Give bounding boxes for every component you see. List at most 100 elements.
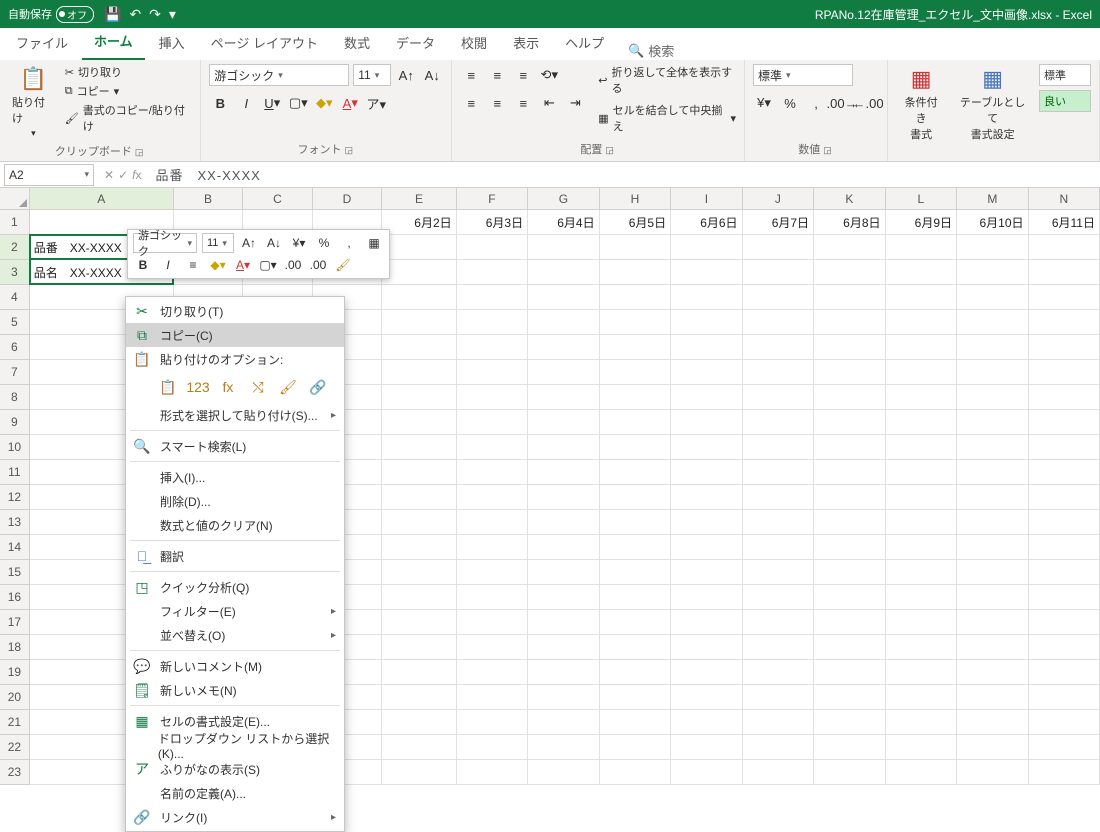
menu-new-comment[interactable]: 💬新しいコメント(M) [126,654,344,678]
fill-color-button[interactable]: ◆▾ [313,92,335,114]
dialog-launcher-icon[interactable]: ◲ [345,145,356,155]
cell[interactable] [671,710,742,735]
cell[interactable] [886,660,957,685]
paste-option-format[interactable]: 🖌 [276,375,300,399]
tab-file[interactable]: ファイル [4,27,80,60]
dialog-launcher-icon[interactable]: ◲ [823,145,834,155]
cell[interactable] [528,585,599,610]
cell[interactable] [886,260,957,285]
row-header[interactable]: 21 [0,710,30,735]
cell[interactable] [457,385,528,410]
merge-icon[interactable]: ▦ [364,233,384,253]
cell[interactable] [1029,510,1100,535]
row-header[interactable]: 4 [0,285,30,310]
cell[interactable] [743,610,814,635]
cell[interactable] [382,660,456,685]
menu-new-memo[interactable]: 🗒新しいメモ(N) [126,678,344,702]
cell[interactable] [886,310,957,335]
cell[interactable] [671,610,742,635]
cell[interactable] [1029,460,1100,485]
cell[interactable] [1029,310,1100,335]
font-color-button[interactable]: A▾ [233,255,253,275]
cell[interactable] [600,710,671,735]
align-center-icon[interactable]: ≡ [183,255,203,275]
fx-icon[interactable]: fx [132,168,141,182]
cell[interactable] [671,660,742,685]
cell[interactable] [671,535,742,560]
paste-option-formula[interactable]: fx [216,375,240,399]
menu-furigana[interactable]: アふりがなの表示(S) [126,757,344,781]
cell[interactable] [600,235,671,260]
menu-filter[interactable]: フィルター(E) [126,599,344,623]
col-header[interactable]: N [1029,188,1100,210]
cell[interactable] [382,385,456,410]
style-normal[interactable]: 標準 [1039,64,1091,86]
align-bottom-icon[interactable]: ≡ [512,64,534,86]
cell[interactable] [600,535,671,560]
cell[interactable]: 6月9日 [886,210,957,235]
cell[interactable] [1029,360,1100,385]
cell[interactable] [1029,535,1100,560]
paste-option-transpose[interactable]: ⤭ [246,375,270,399]
cell[interactable] [743,735,814,760]
cell[interactable] [528,560,599,585]
cell[interactable] [600,410,671,435]
cell[interactable] [886,235,957,260]
cell[interactable] [886,585,957,610]
cell[interactable] [671,410,742,435]
cell[interactable] [814,235,885,260]
cell[interactable] [814,585,885,610]
cell[interactable] [814,435,885,460]
cell[interactable] [886,635,957,660]
cell[interactable] [1029,610,1100,635]
cell[interactable] [957,435,1028,460]
col-header[interactable]: E [382,188,456,210]
row-header[interactable]: 22 [0,735,30,760]
paste-option-link[interactable]: 🔗 [306,375,330,399]
cell[interactable] [814,310,885,335]
cell[interactable] [743,660,814,685]
cell[interactable] [814,635,885,660]
cell[interactable] [743,360,814,385]
cell[interactable] [528,385,599,410]
menu-paste-special[interactable]: 形式を選択して貼り付け(S)... [126,403,344,427]
cell[interactable] [457,685,528,710]
col-header[interactable]: G [528,188,599,210]
cell[interactable] [600,735,671,760]
align-middle-icon[interactable]: ≡ [486,64,508,86]
cell[interactable] [957,510,1028,535]
menu-cut[interactable]: ✂切り取り(T) [126,299,344,323]
undo-icon[interactable]: ↶ [129,6,141,23]
cell[interactable] [457,260,528,285]
cell[interactable] [457,235,528,260]
cell[interactable] [743,285,814,310]
cell[interactable] [886,360,957,385]
cell[interactable] [957,585,1028,610]
cell[interactable] [457,560,528,585]
increase-decimal-icon[interactable]: .00→ [831,92,853,114]
cell[interactable] [814,260,885,285]
cell[interactable] [528,285,599,310]
menu-insert[interactable]: 挿入(I)... [126,465,344,489]
cell[interactable] [1029,485,1100,510]
row-header[interactable]: 5 [0,310,30,335]
tab-insert[interactable]: 挿入 [147,27,197,60]
border-button[interactable]: ▢▾ [287,92,309,114]
cell[interactable] [957,735,1028,760]
italic-button[interactable]: I [235,92,257,114]
cell[interactable] [957,485,1028,510]
percent-icon[interactable]: % [779,92,801,114]
cell[interactable] [886,735,957,760]
cell[interactable] [528,635,599,660]
cell[interactable] [886,435,957,460]
row-header[interactable]: 1 [0,210,30,235]
cell[interactable] [957,260,1028,285]
cell[interactable] [457,710,528,735]
cell[interactable] [528,460,599,485]
cell[interactable] [743,310,814,335]
cell[interactable] [528,410,599,435]
col-header[interactable]: B [174,188,244,210]
menu-clear[interactable]: 数式と値のクリア(N) [126,513,344,537]
cell[interactable]: 6月5日 [600,210,671,235]
cell[interactable] [671,335,742,360]
